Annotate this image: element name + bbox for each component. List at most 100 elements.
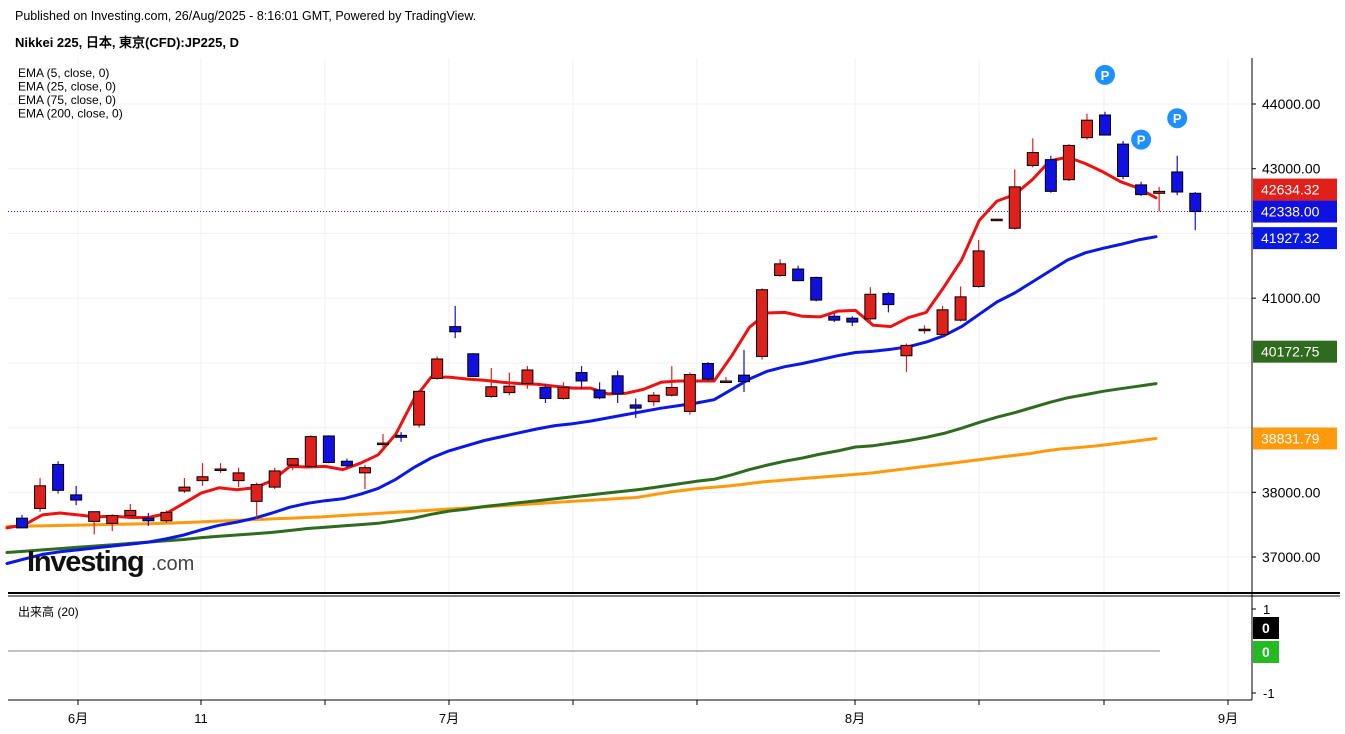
pivot-marker: P: [1095, 64, 1115, 85]
candle: [593, 382, 606, 400]
candle-body: [358, 467, 371, 474]
y-tick-label: 44000.00: [1262, 96, 1321, 112]
price-tag: 40172.75: [1253, 340, 1337, 363]
candle: [467, 353, 480, 378]
candle-body: [286, 458, 299, 466]
volume-tag-label: 0: [1262, 644, 1270, 660]
candle: [954, 286, 967, 322]
ema200-line: [5, 437, 1158, 529]
price-tag: 42634.32: [1253, 178, 1337, 201]
chart-frame: [8, 58, 1340, 701]
candle-body: [413, 390, 426, 426]
candle-body: [16, 517, 28, 529]
legend-entry: EMA (25, close, 0): [18, 80, 116, 94]
candle-body: [34, 485, 47, 509]
candle: [1189, 192, 1202, 231]
candle-body: [629, 404, 642, 409]
candle-body: [521, 369, 534, 385]
candle-body: [52, 463, 65, 491]
candle-body: [954, 296, 967, 321]
candle-body: [683, 374, 696, 412]
x-axis: 6月 11 7月 8月 9月: [68, 700, 1238, 726]
candle-body: [611, 375, 624, 395]
candle-body: [864, 293, 877, 320]
candle-body: [340, 460, 353, 467]
candle: [1080, 113, 1093, 140]
x-tick-label: 6月: [68, 711, 88, 726]
candle-body: [1189, 192, 1202, 213]
price-tag-label: 38831.79: [1261, 430, 1320, 446]
price-tag-label: 41927.32: [1261, 230, 1320, 246]
candle-body: [810, 276, 823, 301]
pivot-marker: P: [1167, 108, 1188, 129]
price-tag-label: 40172.75: [1261, 344, 1320, 360]
candle-body: [1099, 114, 1111, 136]
pivot-label: P: [1173, 111, 1182, 126]
candle-body: [1153, 190, 1166, 194]
candle-body: [900, 344, 913, 357]
candle: [377, 434, 389, 447]
candle: [449, 305, 462, 339]
candle-body: [88, 511, 101, 522]
investing-logo: Investing .com: [27, 546, 194, 578]
candle: [88, 511, 101, 535]
x-tick-label: 11: [194, 711, 208, 726]
candle-body: [557, 386, 570, 399]
x-tick-label: 8月: [845, 711, 865, 726]
y-tick-label: 41000.00: [1262, 290, 1321, 306]
candle-body: [738, 374, 750, 383]
candle-body: [503, 385, 516, 394]
candle: [719, 377, 732, 383]
y-tick-label: 43000.00: [1262, 161, 1321, 177]
candle-body: [449, 326, 462, 333]
volume-tag-label: 0: [1262, 620, 1270, 636]
candle: [70, 485, 83, 506]
candle-body: [665, 386, 678, 396]
candle-body: [160, 511, 173, 522]
y-tick-label: 37000.00: [1262, 549, 1321, 565]
y-axis: 37000.0038000.0041000.0042000.0043000.00…: [1252, 96, 1337, 565]
candle: [701, 362, 714, 381]
candle: [34, 478, 47, 512]
price-chart[interactable]: PPP 37000.0038000.0041000.0042000.004300…: [0, 0, 1345, 734]
candle-body: [990, 218, 1003, 222]
candle: [1099, 111, 1111, 136]
candle: [304, 435, 317, 468]
candle: [1117, 140, 1130, 180]
candle-body: [142, 517, 155, 522]
candle-body: [882, 293, 895, 306]
candle-body: [936, 309, 949, 335]
volume-tag: 0: [1253, 617, 1279, 639]
candle: [178, 478, 191, 493]
candle-body: [124, 509, 137, 517]
candle: [358, 465, 371, 490]
candle-body: [1117, 143, 1130, 177]
candle: [431, 356, 444, 380]
candle: [792, 265, 805, 282]
candle-body: [792, 268, 805, 282]
candle: [160, 510, 173, 523]
legend-entry: EMA (200, close, 0): [18, 107, 123, 121]
candle: [990, 218, 1003, 222]
candle: [611, 370, 624, 403]
candle-body: [1135, 184, 1148, 196]
price-tag: 42338.00: [1253, 200, 1337, 223]
candle-body: [1062, 144, 1075, 181]
candle: [557, 382, 570, 400]
candle-body: [268, 470, 281, 488]
candle: [774, 259, 787, 277]
candle-body: [539, 386, 552, 399]
candle-body: [377, 442, 389, 446]
candle-body: [1080, 119, 1093, 139]
candle-body: [575, 372, 588, 382]
candle-body: [701, 363, 714, 380]
ema-legend: EMA (5, close, 0)EMA (25, close, 0) EMA (…: [18, 66, 123, 121]
candle-body: [250, 484, 263, 502]
candle-body: [774, 263, 787, 276]
candle: [1153, 186, 1166, 212]
candle: [196, 463, 209, 486]
candle-body: [1026, 152, 1039, 166]
price-tag: 38831.79: [1253, 427, 1337, 450]
legend-entry: EMA (5, close, 0): [18, 66, 109, 80]
x-tick-label: 7月: [439, 711, 459, 726]
